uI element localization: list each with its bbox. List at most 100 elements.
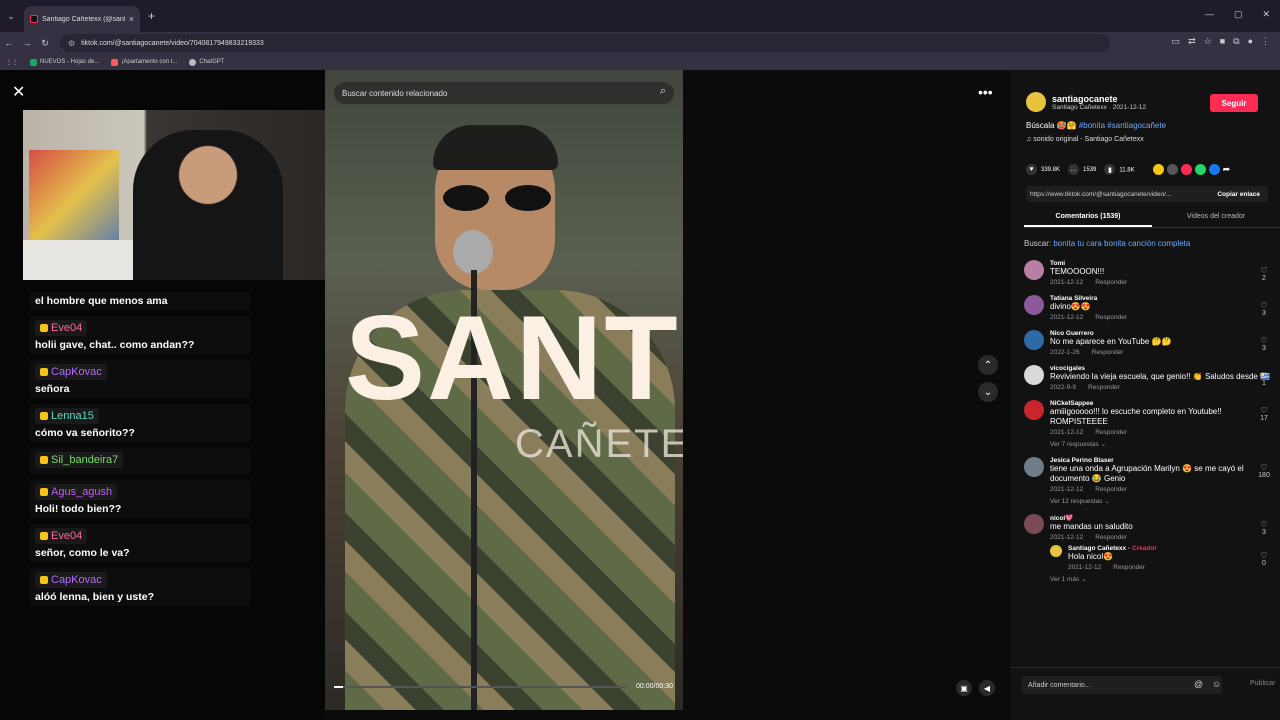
reply-button[interactable]: Responder <box>1088 384 1120 391</box>
comment-author[interactable]: Jesica Perino Blaser <box>1050 457 1274 464</box>
comment-like-button[interactable]: ♡ 1 <box>1258 371 1270 387</box>
comment-author[interactable]: Tomi <box>1050 260 1274 267</box>
bookmark-1[interactable]: NUEVOS - Hojas de... <box>30 58 99 66</box>
translate-icon[interactable]: ⇄ <box>1188 36 1196 47</box>
chat-username[interactable]: CapKovac <box>35 572 107 588</box>
reply-button[interactable]: Responder <box>1095 279 1127 286</box>
comment-like-button[interactable]: ♡ 180 <box>1258 463 1270 479</box>
video-player[interactable]: SANTIA CAÑETE <box>325 70 683 710</box>
chat-username[interactable]: Eve04 <box>35 320 88 336</box>
hashtags-link[interactable]: #bonita #santiagocañete <box>1079 121 1166 130</box>
author-username[interactable]: santiagocanete <box>1052 94 1146 104</box>
site-info-icon[interactable]: ⚙ <box>68 39 75 48</box>
reply-button[interactable]: Responder <box>1095 534 1127 541</box>
forward-icon[interactable]: → <box>18 38 36 48</box>
repost-icon[interactable] <box>1152 164 1164 175</box>
comment-author[interactable]: Nico Guerrero <box>1050 330 1274 337</box>
comment-body: Nico Guerrero No me aparece en YouTube 🤔🤔… <box>1050 330 1274 356</box>
browser-tab[interactable]: Santiago Cañetexx (@santi... × <box>24 6 140 32</box>
author-info[interactable]: santiagocanete Santiago Cañetexx · 2021-… <box>1026 92 1146 112</box>
close-window-icon[interactable]: ✕ <box>1262 9 1270 20</box>
chat-username[interactable]: CapKovac <box>35 364 107 380</box>
tab-list-icon[interactable]: ⌄ <box>4 9 18 23</box>
extension-icon[interactable]: ■ <box>1220 36 1225 47</box>
avatar[interactable] <box>1024 295 1044 315</box>
view-more-button[interactable]: Ver 1 más ⌄ <box>1050 575 1274 583</box>
profile-icon[interactable]: ● <box>1248 36 1253 47</box>
avatar[interactable] <box>1050 545 1062 557</box>
avatar[interactable] <box>1024 514 1044 534</box>
reply-author[interactable]: Santiago Cañetexx · Creador <box>1068 545 1274 552</box>
close-icon[interactable]: ✕ <box>12 82 25 102</box>
tab-comments[interactable]: Comentarios (1539) <box>1024 208 1152 227</box>
url-field[interactable]: ⚙ tiktok.com/@santiagocanete/video/70408… <box>60 34 1110 52</box>
video-progress-bar[interactable] <box>334 686 626 688</box>
next-video-icon[interactable]: ⌄ <box>978 382 998 402</box>
chat-username[interactable]: Eve04 <box>35 528 88 544</box>
close-tab-icon[interactable]: × <box>129 14 134 24</box>
avatar[interactable] <box>1024 260 1044 280</box>
back-icon[interactable]: ← <box>0 38 18 48</box>
emoji-icon[interactable]: ☺ <box>1212 679 1221 689</box>
reply-button[interactable]: Responder <box>1092 349 1124 356</box>
bookmark-star-icon[interactable]: ☆ <box>1204 36 1212 47</box>
volume-icon[interactable]: ◀ <box>979 680 995 696</box>
mention-icon[interactable]: @ <box>1194 679 1203 689</box>
new-tab-icon[interactable]: + <box>148 9 155 23</box>
pip-icon[interactable]: ▣ <box>956 680 972 696</box>
chat-username[interactable]: Agus_agush <box>35 484 118 500</box>
reply-button[interactable]: Responder <box>1095 314 1127 321</box>
avatar[interactable] <box>1024 330 1044 350</box>
extensions-puzzle-icon[interactable]: ⧉ <box>1233 36 1239 47</box>
like-button[interactable]: ♥ 339.8K <box>1026 164 1060 175</box>
search-icon[interactable]: ⌕ <box>660 85 666 98</box>
related-search-input[interactable]: Buscar contenido relacionado ⌕ <box>334 82 674 104</box>
reload-icon[interactable]: ↻ <box>36 38 54 49</box>
comment-like-button[interactable]: ♡ 3 <box>1258 336 1270 352</box>
comment-author[interactable]: NiCkelSappee <box>1050 400 1274 407</box>
view-replies-button[interactable]: Ver 7 respuestas ⌄ <box>1050 440 1274 448</box>
avatar[interactable] <box>1026 92 1046 112</box>
cast-icon[interactable]: ▭ <box>1172 36 1181 47</box>
bookmark-2[interactable]: ¡Apartamento con t... <box>111 58 177 66</box>
menu-icon[interactable]: ⋮ <box>1261 36 1270 47</box>
embed-icon[interactable] <box>1166 164 1178 175</box>
minimize-icon[interactable]: — <box>1205 9 1214 20</box>
chat-username[interactable]: Sil_bandeira7 <box>35 452 124 468</box>
reply-like-button[interactable]: ♡ 0 <box>1258 551 1270 567</box>
follow-button[interactable]: Seguir <box>1210 94 1258 112</box>
comments-list: Tomi TEMOOOON!!! 2021-12-12 Responder ♡ 2 Tati… <box>1024 260 1274 592</box>
music-link[interactable]: ♫ sonido original - Santiago Cañetexx <box>1026 136 1144 143</box>
comment-input[interactable]: Añadir comentario... <box>1022 676 1222 694</box>
reply-button[interactable]: Responder <box>1095 429 1127 436</box>
reply-button[interactable]: Responder <box>1095 486 1127 493</box>
publish-button[interactable]: Publicar <box>1250 680 1275 687</box>
reply-button[interactable]: Responder <box>1113 564 1145 571</box>
view-replies-button[interactable]: Ver 12 respuestas ⌄ <box>1050 497 1274 505</box>
more-options-icon[interactable]: ••• <box>978 84 993 100</box>
avatar[interactable] <box>1024 457 1044 477</box>
whatsapp-icon[interactable] <box>1194 164 1206 175</box>
apps-icon[interactable]: ⋮⋮ <box>6 59 18 66</box>
comment-like-button[interactable]: ♡ 17 <box>1258 406 1270 422</box>
avatar[interactable] <box>1024 400 1044 420</box>
chat-username[interactable]: Lenna15 <box>35 408 99 424</box>
facebook-icon[interactable] <box>1208 164 1220 175</box>
comment-author[interactable]: nicol💖 <box>1050 514 1274 522</box>
tab-creator-videos[interactable]: Videos del creador <box>1152 208 1280 227</box>
comment-author[interactable]: Tatiana Silveira <box>1050 295 1274 302</box>
copy-link-button[interactable]: Copiar enlace <box>1217 191 1260 198</box>
save-button[interactable]: ▮ 11.8K <box>1104 164 1135 175</box>
share-arrow-icon[interactable]: ➦ <box>1223 164 1234 175</box>
bookmark-3[interactable]: ChatGPT <box>189 58 224 66</box>
avatar[interactable] <box>1024 365 1044 385</box>
comment-like-button[interactable]: ♡ 3 <box>1258 301 1270 317</box>
related-search-link[interactable]: bonita tu cara bonita canción completa <box>1053 239 1190 248</box>
maximize-icon[interactable]: ▢ <box>1234 9 1243 20</box>
comment-author[interactable]: vicocigales <box>1050 365 1274 372</box>
comment-like-button[interactable]: ♡ 3 <box>1258 520 1270 536</box>
comment-like-button[interactable]: ♡ 2 <box>1258 266 1270 282</box>
send-icon[interactable] <box>1180 164 1192 175</box>
comment-button[interactable]: … 1539 <box>1068 164 1096 175</box>
previous-video-icon[interactable]: ⌃ <box>978 355 998 375</box>
